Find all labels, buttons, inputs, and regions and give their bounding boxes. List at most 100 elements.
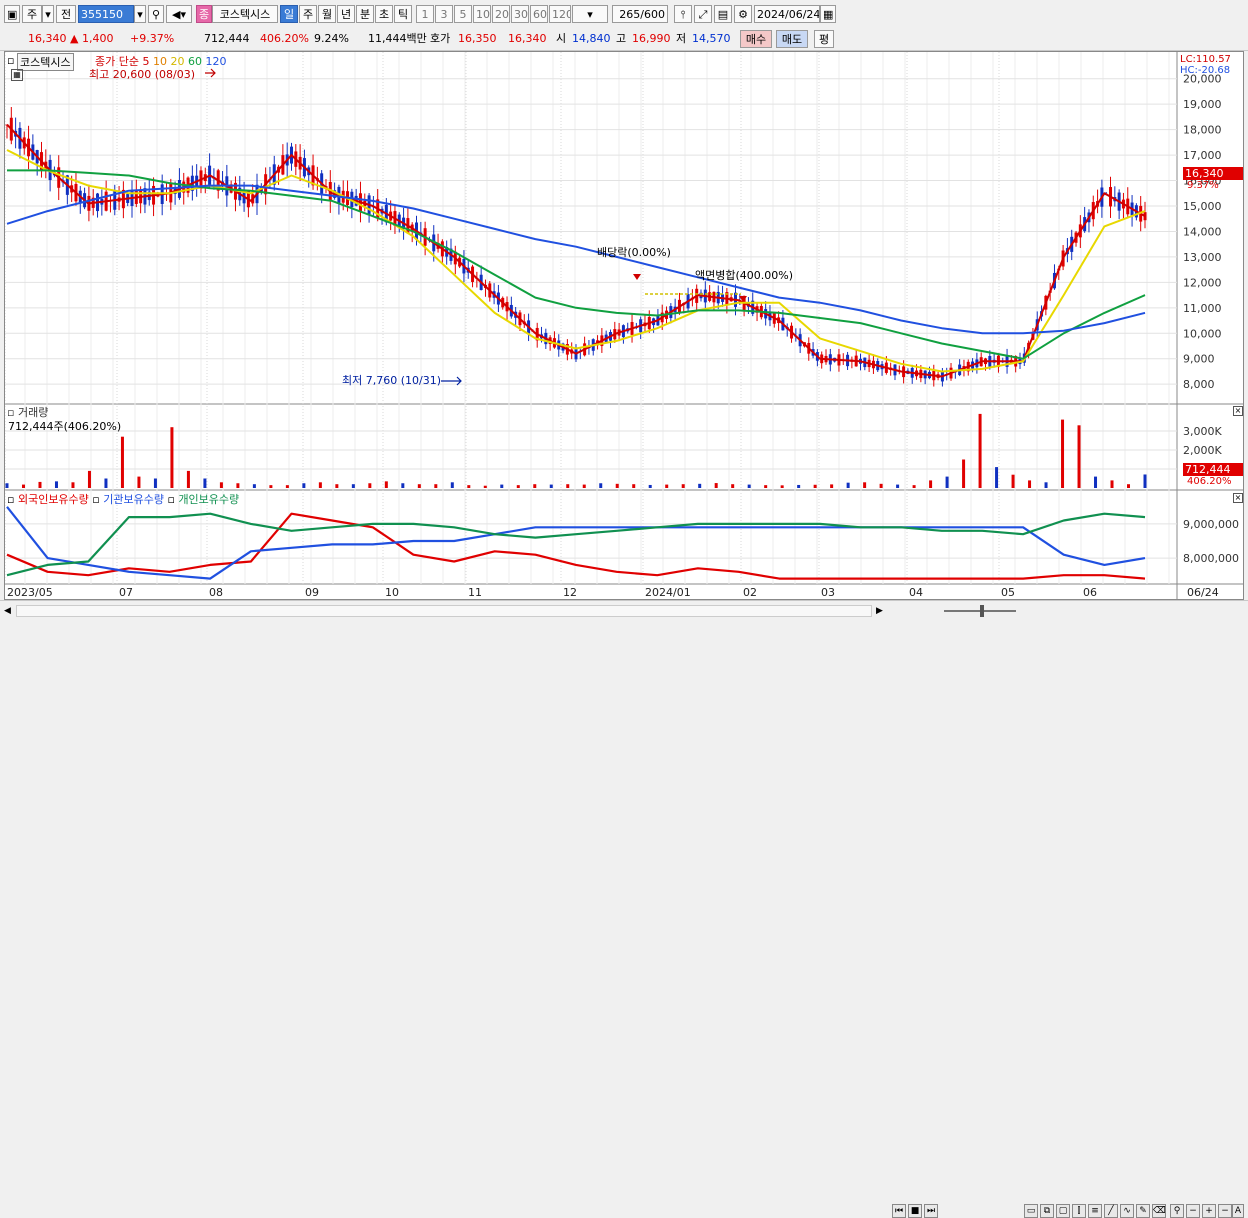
calendar-icon[interactable]: ▦ [820,5,836,23]
interval-60-button[interactable]: 60 [530,5,548,23]
volume-bar [681,484,685,488]
high-label: 고 [616,32,627,45]
interval-3-button[interactable]: 3 [435,5,453,23]
individual-holding-label: 개인보유수량 [178,493,240,506]
interval-120-button[interactable]: 120 [549,5,571,23]
search-icon[interactable]: ⚲ [148,5,164,23]
line-tool-icon[interactable]: ╱ [1104,1204,1118,1218]
y-tick-label: 19,000 [1183,98,1222,111]
period-tick-button[interactable]: 틱 [394,5,412,23]
volume-current-pct: 406.20% [1187,476,1232,487]
x-axis-label: 05 [1001,586,1015,599]
window-icon-2[interactable]: ▢ [1056,1204,1070,1218]
copy-icon[interactable]: ⧉ [1040,1204,1054,1218]
volume-bar [632,484,636,488]
crosshair-icon[interactable]: ⤢ [694,5,712,23]
buy-button[interactable]: 매수 [740,30,772,48]
minus-icon[interactable]: − [1218,1204,1232,1218]
chart-type-icon[interactable]: ⫿ [1072,1204,1086,1218]
scroll-left-icon[interactable]: ◀ [4,604,14,618]
volume-bar [813,484,817,488]
mode-a-button[interactable]: 주 [22,5,42,23]
hc-label: HC:-20.68 [1180,65,1231,76]
zoom-slider-handle[interactable] [980,605,984,617]
y-tick-label: 11,000 [1183,302,1222,315]
candle-icon[interactable]: ⫯ [674,5,692,23]
first-page-icon[interactable]: ⏮ [892,1204,906,1218]
volume-panel-info: 712,444주(406.20%) [8,420,122,433]
bid-value: 16,350 [458,32,497,45]
volume-bar [335,484,339,488]
period-month-button[interactable]: 월 [318,5,336,23]
interval-30-button[interactable]: 30 [511,5,529,23]
chart-area[interactable]: 2023/05 07 08 09 10 11 12 2024/01 02 03 04 05 06 06/2… [4,51,1244,600]
fib-tool-icon[interactable]: ∿ [1120,1204,1134,1218]
period-week-button[interactable]: 주 [299,5,317,23]
sell-button[interactable]: 매도 [776,30,808,48]
volume-bar [1061,419,1065,488]
high-value: 16,990 [632,32,671,45]
interval-20-button[interactable]: 20 [492,5,510,23]
volume-bar [153,478,157,488]
zoom-in-icon[interactable]: + [1202,1204,1216,1218]
eraser-icon[interactable]: ⌫ [1152,1204,1166,1218]
volume-panel-close-icon[interactable]: × [1233,406,1243,416]
scroll-track[interactable] [16,605,872,617]
volume-bar [846,482,850,488]
interval-5-button[interactable]: 5 [454,5,472,23]
period-day-button[interactable]: 일 [280,5,298,23]
volume-bar [5,483,9,488]
code-dropdown-icon[interactable]: ▾ [134,5,146,23]
volume-value: 712,444 [204,32,250,45]
chart-svg[interactable]: 2023/05 07 08 09 10 11 12 2024/01 02 03 04 05 06 06/2… [4,52,1243,599]
mode-b-button[interactable]: 전 [56,5,76,23]
last-page-icon[interactable]: ⏭ [924,1204,938,1218]
volume-bar [995,467,999,488]
save-icon[interactable]: ▤ [714,5,732,23]
volume-pct: 406.20% [260,32,309,45]
layout-icon[interactable]: ▭ [1024,1204,1038,1218]
date-field[interactable]: 2024/06/24 [754,5,820,23]
volume-bar [731,484,735,488]
interval-select[interactable]: ▾ [572,5,608,23]
window-square-icon: ▫ [7,54,15,67]
high-annotation: 최고 20,600 (08/03) [89,68,196,81]
volume-bar [533,484,537,488]
volume-bar [1077,425,1081,488]
volume-bar [615,483,619,488]
speaker-icon[interactable]: ◀▾ [166,5,192,23]
stock-code-input[interactable]: 355150 [78,5,134,23]
interval-1-button[interactable]: 1 [416,5,434,23]
volume-bar [549,484,553,488]
count-field[interactable]: 265/600 [612,5,668,23]
volume-bar [1011,474,1015,488]
avg-button[interactable]: 평 [814,30,834,48]
volume-bar [830,484,834,488]
window-icon[interactable]: ▣ [4,5,20,23]
scroll-right-icon[interactable]: ▶ [876,604,886,618]
volume-bar [665,484,669,488]
period-year-button[interactable]: 년 [337,5,355,23]
volume-bar [203,478,207,488]
volume-bar [945,476,949,488]
stop-icon[interactable]: ■ [908,1204,922,1218]
grid-icon[interactable]: ▦ [11,69,23,81]
text-tool-icon[interactable]: A [1232,1204,1244,1218]
volume-bar [351,484,355,488]
ma-line-120 [6,184,1146,335]
indicator-icon[interactable]: ≡ [1088,1204,1102,1218]
gear-icon[interactable]: ⚙ [734,5,752,23]
zoom-out-icon[interactable]: − [1186,1204,1200,1218]
volume-bar [401,483,405,488]
holding-panel-close-icon[interactable]: × [1233,493,1243,503]
ma-line-5 [6,123,1146,378]
period-minute-button[interactable]: 분 [356,5,374,23]
interval-10-button[interactable]: 10 [473,5,491,23]
chevron-down-icon[interactable]: ▾ [42,5,54,23]
period-second-button[interactable]: 초 [375,5,393,23]
volume-bar [236,483,240,488]
volume-bar [1143,474,1147,488]
pen-tool-icon[interactable]: ✎ [1136,1204,1150,1218]
zoom-search-icon[interactable]: ⚲ [1170,1204,1184,1218]
current-price-tag: 16,340 [1183,167,1243,180]
